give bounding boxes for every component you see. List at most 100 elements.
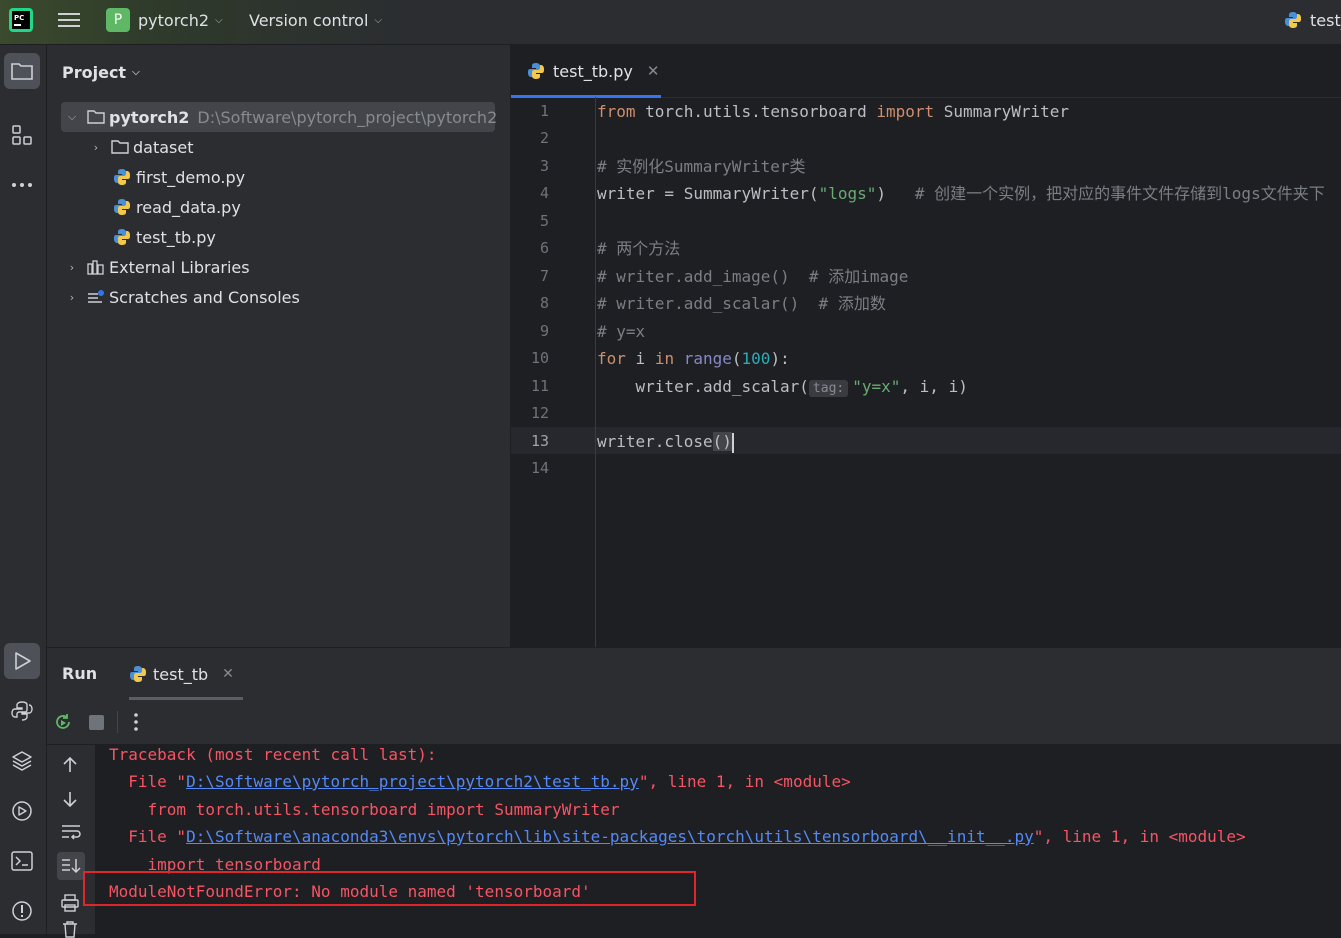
chevron-down-icon: ⌵ — [67, 110, 77, 123]
title-bar: PC P pytorch2 ⌵ Version control ⌵ test_ — [0, 0, 1341, 45]
layers-icon — [11, 750, 33, 772]
more-vertical-icon[interactable] — [133, 712, 139, 732]
code-line-6: # 两个方法 — [597, 239, 681, 258]
tree-item-label: test_tb.py — [136, 227, 216, 247]
close-icon[interactable]: ✕ — [222, 666, 234, 682]
python-file-icon — [113, 228, 131, 246]
line-number: 12 — [530, 404, 549, 422]
toolbar-divider — [117, 711, 118, 733]
python-packages-button[interactable] — [4, 693, 40, 729]
line-number: 11 — [530, 377, 549, 395]
run-config-selector[interactable]: test_ — [1284, 0, 1341, 40]
structure-icon — [11, 124, 33, 146]
tree-item-dataset[interactable]: › dataset — [89, 133, 194, 161]
tree-item-external-libraries[interactable]: › External Libraries — [65, 253, 250, 281]
python-file-icon — [113, 198, 131, 216]
code-line-3: # 实例化SummaryWriter类 — [597, 157, 806, 176]
tree-item-root[interactable]: ⌵ pytorch2 D:\Software\pytorch_project\p… — [65, 103, 497, 131]
run-toolbar — [47, 700, 1341, 745]
run-tool-button[interactable] — [4, 643, 40, 679]
root-folder-path: D:\Software\pytorch_project\pytorch2 — [197, 107, 498, 127]
main-menu-icon[interactable] — [58, 0, 80, 40]
structure-tool-button[interactable] — [4, 117, 40, 153]
trash-icon[interactable] — [61, 920, 79, 938]
arrow-down-icon[interactable] — [61, 790, 79, 808]
services-icon — [11, 800, 33, 822]
console-line: from torch.utils.tensorboard import Summ… — [109, 800, 620, 819]
line-number: 4 — [539, 184, 549, 202]
run-tab-test-tb[interactable]: test_tb ✕ — [129, 648, 243, 700]
line-number: 6 — [539, 239, 549, 257]
rerun-icon[interactable] — [53, 712, 73, 732]
line-number-gutter: 1 2 3 4 5 6 7 8 9 10 11 12 13 14 — [511, 97, 596, 647]
console-line: File "D:\Software\anaconda3\envs\pytorch… — [109, 827, 1246, 846]
chevron-down-icon: ⌵ — [374, 14, 382, 26]
folder-icon — [11, 61, 33, 81]
terminal-tool-button[interactable] — [4, 843, 40, 879]
code-line-4: writer = SummaryWriter("logs") # 创建一个实例，… — [597, 184, 1325, 203]
soft-wrap-icon[interactable] — [61, 824, 81, 840]
line-number: 10 — [530, 349, 549, 367]
console-line: Traceback (most recent call last): — [109, 745, 437, 764]
code-editor[interactable]: test_tb.py ✕ 1 2 3 4 5 6 7 8 9 10 11 12 … — [511, 45, 1341, 647]
code-line-8: # writer.add_scalar() # 添加数 — [597, 294, 886, 313]
version-control-menu[interactable]: Version control ⌵ — [249, 0, 382, 40]
parameter-hint: tag: — [808, 380, 849, 397]
editor-tab-test-tb[interactable]: test_tb.py ✕ — [511, 45, 661, 98]
more-tools-button[interactable] — [4, 167, 40, 203]
tree-item-first-demo[interactable]: first_demo.py — [113, 163, 245, 191]
project-badge: P — [106, 8, 130, 32]
python-file-icon — [527, 62, 545, 80]
tree-item-label: read_data.py — [136, 197, 241, 217]
project-view-selector[interactable]: Project ⌵ — [62, 59, 140, 85]
svg-text:PC: PC — [14, 14, 24, 22]
error-highlight-box — [83, 871, 696, 906]
chevron-down-icon: ⌵ — [215, 14, 223, 26]
run-panel-header: Run test_tb ✕ — [47, 648, 1341, 700]
file-link[interactable]: D:\Software\anaconda3\envs\pytorch\lib\s… — [186, 827, 1034, 846]
editor-tab-label: test_tb.py — [553, 61, 633, 81]
code-line-13: writer.close() — [597, 432, 734, 453]
run-tab-label: test_tb — [153, 664, 209, 684]
problems-icon — [11, 900, 33, 922]
stop-icon[interactable] — [89, 715, 104, 730]
text-caret — [731, 432, 734, 453]
project-switcher[interactable]: P pytorch2 ⌵ — [106, 0, 223, 40]
tree-item-test-tb[interactable]: test_tb.py — [113, 223, 216, 251]
scroll-to-end-icon — [61, 858, 81, 874]
line-number: 2 — [539, 129, 549, 147]
close-icon[interactable]: ✕ — [647, 62, 660, 80]
root-folder-name: pytorch2 — [109, 107, 190, 127]
scroll-to-end-button[interactable] — [57, 852, 85, 880]
tree-item-scratches[interactable]: › Scratches and Consoles — [65, 283, 300, 311]
services-tool-button[interactable] — [4, 793, 40, 829]
folder-icon — [111, 139, 129, 155]
terminal-icon — [11, 851, 33, 871]
code-line-11: writer.add_scalar(tag: "y=x", i, i) — [597, 377, 968, 397]
chevron-right-icon: › — [69, 290, 75, 304]
project-tool-button[interactable] — [4, 53, 40, 89]
line-number: 9 — [539, 322, 549, 340]
console-line: File "D:\Software\pytorch_project\pytorc… — [109, 772, 851, 791]
run-icon — [12, 651, 32, 671]
print-icon[interactable] — [61, 894, 79, 912]
line-number: 14 — [530, 459, 549, 477]
line-number: 1 — [539, 102, 549, 120]
arrow-up-icon[interactable] — [61, 756, 79, 774]
editor-tab-bar: test_tb.py ✕ — [511, 45, 1341, 98]
file-link[interactable]: D:\Software\pytorch_project\pytorch2\tes… — [186, 772, 639, 791]
pycharm-logo-icon[interactable]: PC — [8, 0, 34, 40]
chevron-right-icon: › — [93, 140, 99, 154]
problems-tool-button[interactable] — [4, 893, 40, 929]
line-number: 3 — [539, 157, 549, 175]
layers-tool-button[interactable] — [4, 743, 40, 779]
tree-item-label: first_demo.py — [136, 167, 246, 187]
console-output[interactable]: Traceback (most recent call last): File … — [95, 744, 1341, 935]
python-file-icon — [129, 665, 147, 683]
code-line-7: # writer.add_image() # 添加image — [597, 267, 909, 286]
code-line-10: for i in range(100): — [597, 349, 790, 368]
tree-item-label: Scratches and Consoles — [109, 287, 300, 307]
tree-item-label: dataset — [133, 137, 194, 157]
tree-item-read-data[interactable]: read_data.py — [113, 193, 241, 221]
left-tool-strip — [0, 45, 47, 934]
